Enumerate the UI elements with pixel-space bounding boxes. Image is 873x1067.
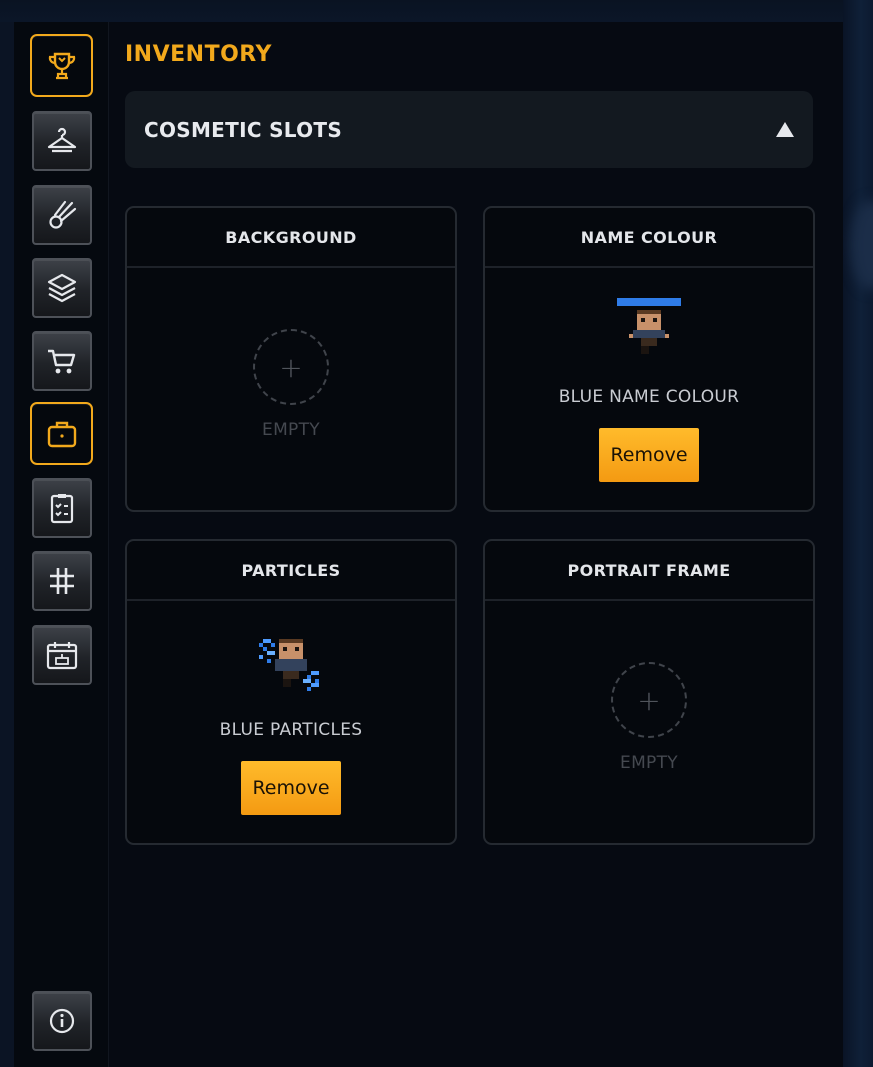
- plus-icon: +: [637, 683, 661, 717]
- slot-title: BACKGROUND: [127, 208, 455, 268]
- inventory-panel: INVENTORY COSMETIC SLOTS BACKGROUND + EM…: [110, 22, 843, 1067]
- add-item-placeholder[interactable]: +: [611, 662, 687, 738]
- comet-icon: [49, 200, 77, 229]
- checklist-icon: [50, 494, 74, 524]
- sidebar-item-wardrobe[interactable]: [32, 111, 92, 171]
- sidebar-item-shop[interactable]: [32, 331, 92, 391]
- add-item-placeholder[interactable]: +: [253, 329, 329, 405]
- layers-icon: [47, 273, 77, 303]
- item-name: BLUE NAME COLOUR: [558, 387, 740, 407]
- sidebar-item-channels[interactable]: [32, 551, 92, 611]
- remove-name-colour-button[interactable]: Remove: [599, 428, 699, 482]
- slot-card-portrait-frame: PORTRAIT FRAME + EMPTY: [483, 539, 815, 845]
- slot-body: BLUE PARTICLES Remove: [127, 601, 455, 843]
- remove-particles-button[interactable]: Remove: [241, 761, 341, 815]
- info-icon: [49, 1008, 75, 1034]
- sidebar-item-inventory[interactable]: [30, 402, 93, 465]
- page-title: INVENTORY: [125, 42, 272, 67]
- sidebar-item-events[interactable]: [32, 625, 92, 685]
- trophy-icon: [48, 52, 75, 79]
- right-backdrop: [843, 0, 873, 1067]
- slot-body: BLUE NAME COLOUR Remove: [485, 268, 813, 510]
- collapse-caret-icon[interactable]: [776, 122, 794, 137]
- hashtag-icon: [50, 568, 74, 594]
- slot-card-name-colour: NAME COLOUR BLUE NAME COLOUR Remove: [483, 206, 815, 512]
- slot-status: EMPTY: [262, 420, 320, 440]
- slot-title: PORTRAIT FRAME: [485, 541, 813, 601]
- plus-icon: +: [279, 350, 303, 384]
- slot-status: EMPTY: [620, 753, 678, 773]
- sidebar-item-layers[interactable]: [32, 258, 92, 318]
- slot-card-particles: PARTICLES BLUE PARTICLES Remove: [125, 539, 457, 845]
- section-label: COSMETIC SLOTS: [144, 117, 343, 142]
- sidebar: [14, 22, 109, 1067]
- sidebar-item-effects[interactable]: [32, 185, 92, 245]
- sidebar-item-tasks[interactable]: [32, 478, 92, 538]
- briefcase-icon: [47, 421, 76, 447]
- hanger-icon: [47, 127, 77, 153]
- slot-title: NAME COLOUR: [485, 208, 813, 268]
- item-name: BLUE PARTICLES: [219, 720, 363, 740]
- slot-title: PARTICLES: [127, 541, 455, 601]
- sidebar-item-info[interactable]: [32, 991, 92, 1051]
- cart-icon: [48, 349, 76, 374]
- sidebar-item-trophies[interactable]: [30, 34, 93, 97]
- cosmetic-slots-header[interactable]: COSMETIC SLOTS: [125, 91, 813, 168]
- slot-body: + EMPTY: [485, 601, 813, 843]
- slot-body: + EMPTY: [127, 268, 455, 510]
- window-top-strip: [0, 0, 873, 22]
- slot-card-background: BACKGROUND + EMPTY: [125, 206, 457, 512]
- calendar-cake-icon: [46, 642, 78, 670]
- blue-name-colour-icon: [617, 298, 681, 354]
- blue-particles-icon: [259, 639, 319, 691]
